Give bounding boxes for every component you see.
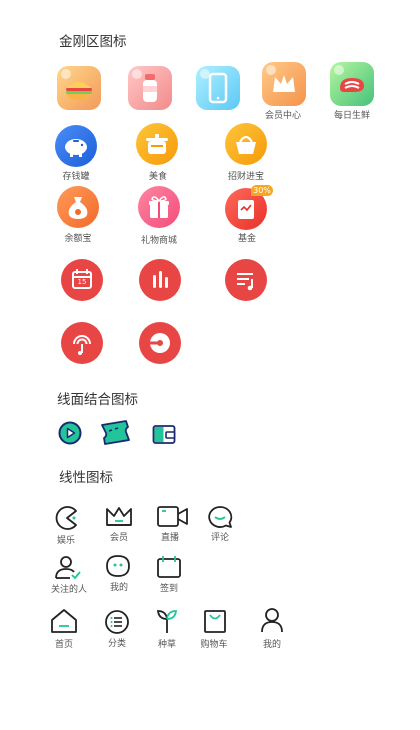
sprout-icon[interactable] [155,608,179,634]
fund-label: 基金 [237,234,256,244]
crown-icon[interactable] [262,62,306,106]
section-title-line-fill: 线面结合图标 [57,392,138,408]
smiley-face-icon[interactable] [105,554,131,578]
yuebao-label: 余额宝 [64,234,92,244]
piggy-bank-icon[interactable] [55,125,97,167]
discount-badge: 30% [251,185,273,196]
meat-icon[interactable] [330,62,374,106]
piggy-bank-label: 存钱罐 [62,172,90,182]
calendar-icon[interactable]: 15 [61,259,103,301]
daily-fresh-label: 每日生鲜 [333,111,370,121]
member-center-label: 会员中心 [264,111,301,121]
play-circle-icon[interactable] [58,421,82,445]
basket-icon[interactable] [225,123,267,165]
milk-bottle-icon[interactable] [128,66,172,110]
video-camera-icon[interactable] [156,505,190,529]
ticket-icon[interactable] [99,419,133,447]
follow-user-icon[interactable] [54,555,82,581]
home-icon[interactable] [50,608,78,634]
vinyl-record-icon[interactable] [139,322,181,364]
burger-icon[interactable] [57,66,101,110]
shopping-bag-icon[interactable] [203,608,227,634]
fortune-label: 招财进宝 [227,172,264,182]
crown-outline-icon[interactable] [104,504,134,530]
section-title-linear: 线性图标 [59,470,113,486]
gift-icon[interactable] [138,186,180,228]
tab-mine-label: 我的 [262,640,281,650]
profile-user-icon[interactable] [260,607,284,633]
check-in-calendar-icon[interactable] [156,555,182,579]
comment-bubble-icon[interactable] [207,505,233,529]
category-list-icon[interactable] [104,609,130,635]
calendar-day-number: 15 [77,278,87,286]
phone-icon[interactable] [196,66,240,110]
check-in-label: 签到 [159,584,178,594]
section-title-kingkong: 金刚区图标 [59,34,127,50]
cooking-pot-icon[interactable] [136,123,178,165]
pacman-icon[interactable] [54,505,80,531]
playlist-icon[interactable] [225,259,267,301]
radio-signal-icon[interactable] [61,322,103,364]
comment-label: 评论 [210,533,229,543]
gift-mall-label: 礼物商城 [140,236,177,246]
food-label: 美食 [148,172,167,182]
wallet-icon[interactable] [152,423,176,445]
bar-chart-icon[interactable] [139,259,181,301]
money-bag-icon[interactable] [57,186,99,228]
tab-cart-label: 购物车 [200,640,228,650]
